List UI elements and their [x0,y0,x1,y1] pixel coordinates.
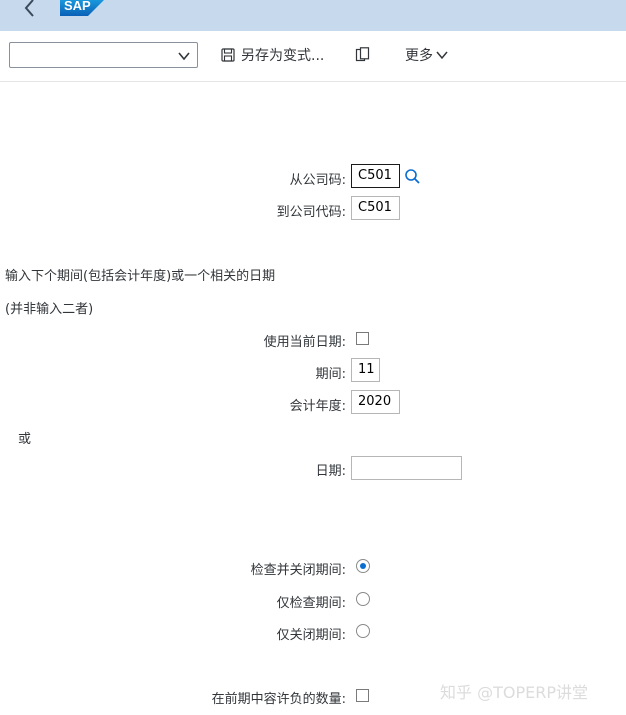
check-only-period-radio[interactable] [356,592,370,606]
instruction-line-2: (并非输入二者) [5,302,94,317]
chevron-down-icon [436,51,448,60]
date-label: 日期: [315,464,346,479]
check-only-period-label: 仅检查期间: [276,596,346,611]
fiscal-year-field[interactable]: 2020 [351,390,400,414]
date-field[interactable] [351,456,462,480]
more-button[interactable]: 更多 [405,42,449,68]
chevron-down-icon [178,52,190,61]
search-icon[interactable] [401,164,425,188]
watermark: 知乎 @TOPERP讲堂 [440,683,588,702]
fiscal-year-label: 会计年度: [289,399,346,414]
close-only-period-radio[interactable] [356,624,370,638]
use-current-date-checkbox[interactable] [356,332,369,345]
copy-button[interactable] [355,42,371,68]
from-company-label: 从公司码: [289,173,346,188]
shell-bar: SAP [0,0,626,31]
instruction-line-1: 输入下个期间(包括会计年度)或一个相关的日期 [5,269,276,284]
chevron-left-icon[interactable] [18,0,42,20]
save-as-variant-label: 另存为变式... [241,48,325,64]
or-label: 或 [18,432,32,447]
variant-select[interactable] [9,42,198,68]
save-as-variant-button[interactable]: 另存为变式... [221,42,324,68]
check-close-period-radio[interactable] [356,559,370,573]
check-close-period-label: 检查并关闭期间: [250,563,346,578]
copy-icon [355,47,370,62]
from-company-field[interactable]: C501 [351,164,400,188]
to-company-field[interactable]: C501 [351,196,400,220]
more-label: 更多 [405,48,433,64]
close-only-period-label: 仅关闭期间: [276,628,346,643]
sap-logo-text: SAP [64,0,91,13]
allow-negative-label: 在前期中容许负的数量: [211,692,346,707]
sap-logo: SAP [60,0,108,16]
save-icon [221,48,235,62]
period-label: 期间: [315,367,346,382]
variant-toolbar: 另存为变式... 更多 [0,31,626,82]
allow-negative-checkbox[interactable] [356,689,369,702]
use-current-date-label: 使用当前日期: [263,335,346,350]
period-field[interactable]: 11 [351,358,380,382]
to-company-label: 到公司代码: [276,205,346,220]
